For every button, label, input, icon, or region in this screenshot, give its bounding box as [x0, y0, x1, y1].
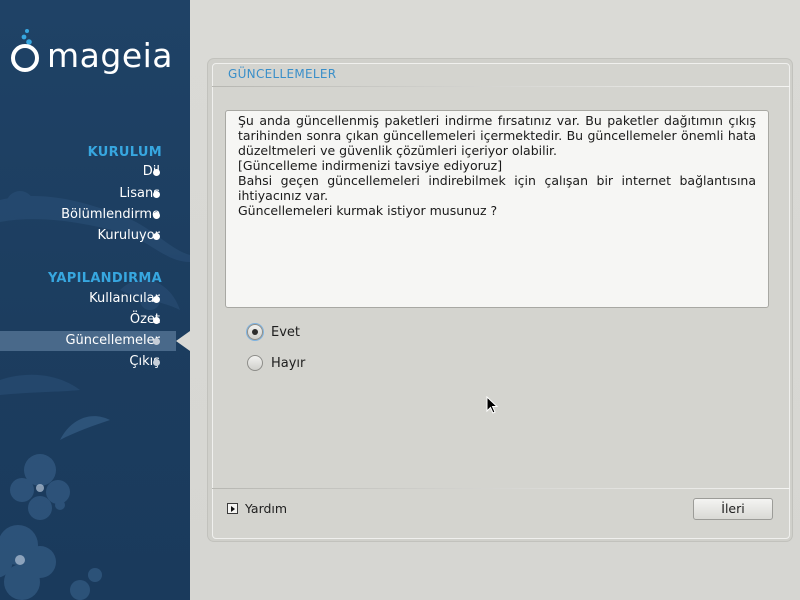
radio-unchecked-icon[interactable]: [247, 355, 263, 371]
radio-label-hayir: Hayır: [271, 356, 306, 371]
step-label-guncellemeler: Güncellemeler: [65, 333, 160, 348]
step-done-dot-icon: [153, 317, 160, 324]
step-current-dot-icon: [153, 338, 160, 345]
message-question: Güncellemeleri kurmak istiyor musunuz ?: [238, 203, 498, 218]
help-label: Yardım: [245, 501, 288, 516]
step-label-bolumlendirme: Bölümlendirme: [61, 207, 160, 222]
step-done-dot-icon: [153, 296, 160, 303]
step-done-dot-icon: [153, 233, 160, 240]
step-future-dot-icon: [153, 359, 160, 366]
bottom-separator: [212, 488, 790, 489]
step-done-dot-icon: [153, 169, 160, 176]
section-title-kurulum: KURULUM: [87, 145, 162, 160]
step-done-dot-icon: [153, 212, 160, 219]
message-paragraph-3: Bahsi geçen güncellemeleri indirebilmek …: [238, 173, 756, 203]
active-step-pointer-icon: [176, 331, 190, 351]
title-separator: [212, 86, 790, 87]
radio-option-evet[interactable]: Evet: [247, 322, 547, 344]
step-label-kuruluyor: Kuruluyor: [97, 228, 160, 243]
radio-option-hayir[interactable]: Hayır: [247, 353, 547, 375]
mageia-logo-text: mageia: [47, 36, 174, 75]
next-button[interactable]: İleri: [693, 498, 773, 520]
radio-checked-icon[interactable]: [247, 324, 263, 340]
panel-title: GÜNCELLEMELER: [228, 67, 337, 81]
radio-label-evet: Evet: [271, 325, 301, 340]
expand-arrow-icon[interactable]: [227, 503, 238, 514]
step-done-dot-icon: [153, 191, 160, 198]
section-title-yapilandirma: YAPILANDIRMA: [47, 271, 162, 286]
message-recommendation: [Güncelleme indirmenizi tavsiye ediyoruz…: [238, 158, 503, 173]
mouse-pointer-icon: [486, 396, 499, 414]
message-paragraph-1: Şu anda güncellenmiş paketleri indirme f…: [238, 113, 756, 158]
installer-sidebar: mageia KURULUM Dil Lisans Bölümlendirme …: [0, 0, 190, 600]
step-label-kullanicilar: Kullanıcılar: [89, 291, 160, 306]
updates-info-textbox[interactable]: Şu anda güncellenmiş paketleri indirme f…: [225, 110, 769, 308]
